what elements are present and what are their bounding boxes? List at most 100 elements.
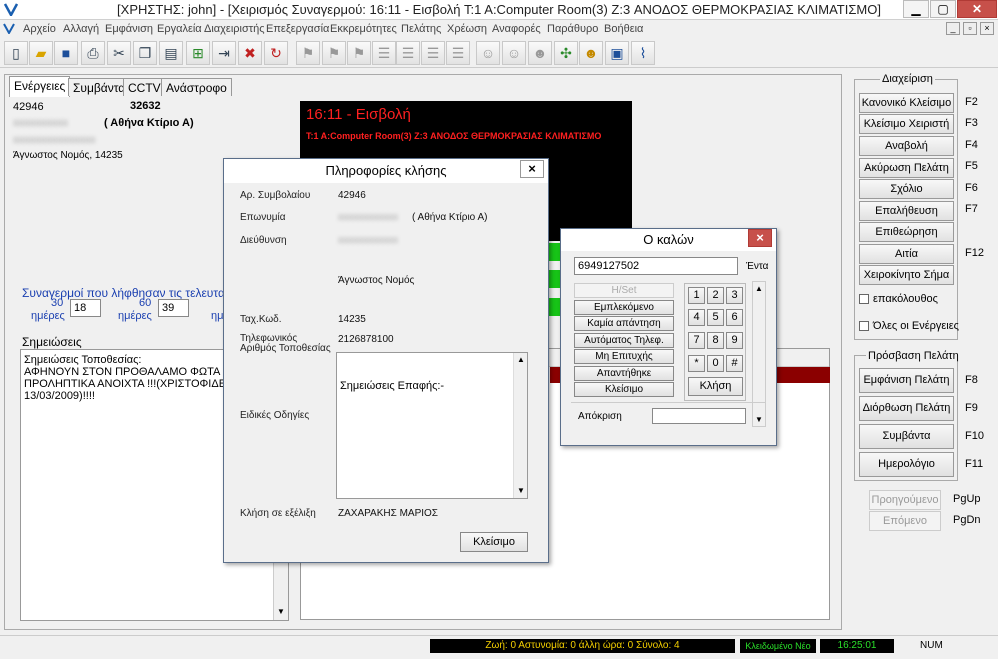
hset-button[interactable]: H/Set (574, 283, 674, 298)
calendar-button[interactable]: Ημερολόγιο (859, 452, 954, 477)
menu-tools[interactable]: Εργαλεία (157, 23, 202, 35)
tab-cctv[interactable]: CCTV (123, 78, 166, 96)
caller-scrollbar[interactable]: ▲ ▼ (752, 281, 766, 427)
minimize-button[interactable]: ▁ (903, 0, 929, 18)
key-0[interactable]: 0 (707, 355, 724, 372)
contact-notes-box[interactable] (336, 352, 528, 499)
list-icon[interactable]: ☰ (421, 41, 445, 65)
key-star[interactable]: * (688, 355, 705, 372)
key-3[interactable]: 3 (726, 287, 743, 304)
edit-customer-button[interactable]: Διόρθωση Πελάτη (859, 396, 954, 421)
mdi-app-icon[interactable] (3, 22, 15, 36)
mdi-restore-button[interactable]: ▫ (963, 22, 977, 35)
new-file-icon[interactable]: ▯ (4, 41, 28, 65)
list-icon[interactable]: ☰ (396, 41, 420, 65)
card-icon[interactable]: ▣ (605, 41, 629, 65)
scroll-up-icon[interactable]: ▲ (755, 284, 763, 293)
print-icon[interactable]: ⎙ (81, 41, 105, 65)
manual-signal-button[interactable]: Χειροκίνητο Σήμα (859, 265, 954, 285)
refresh-icon[interactable]: ↻ (264, 41, 288, 65)
key-8[interactable]: 8 (707, 332, 724, 349)
scroll-down-icon[interactable]: ▼ (755, 415, 763, 424)
menu-view[interactable]: Εμφάνιση (105, 23, 153, 35)
indent-icon[interactable]: ⇥ (212, 41, 236, 65)
key-9[interactable]: 9 (726, 332, 743, 349)
show-customer-button[interactable]: Εμφάνιση Πελάτη (859, 368, 954, 393)
maximize-button[interactable]: ▢ (930, 0, 956, 18)
menu-window[interactable]: Παράθυρο (547, 23, 598, 35)
mdi-close-button[interactable]: × (980, 22, 994, 35)
copy-icon[interactable]: ❐ (133, 41, 157, 65)
operator-close-button[interactable]: Κλείσιμο Χειριστή (859, 114, 954, 134)
users-icon[interactable]: ☺ (476, 41, 500, 65)
menu-admin[interactable]: Διαχειριστής (204, 23, 265, 35)
answering-machine-button[interactable]: Αυτόματος Τηλεφ. (574, 333, 674, 348)
answered-button[interactable]: Απαντήθηκε (574, 366, 674, 381)
menu-billing[interactable]: Χρέωση (447, 23, 487, 35)
tab-reverse[interactable]: Ανάστροφο (161, 78, 232, 96)
call-button[interactable]: Κλήση (688, 377, 743, 396)
title-bar: [ΧΡΗΣΤΗΣ: john] - [Χειρισμός Συναγερμού:… (0, 0, 998, 20)
user-icon[interactable]: ☻ (579, 41, 603, 65)
key-4[interactable]: 4 (688, 309, 705, 326)
user-icon[interactable]: ☻ (528, 41, 552, 65)
tab-actions[interactable]: Ενέργειες (9, 76, 71, 97)
tools-icon[interactable]: ✣ (554, 41, 578, 65)
next-checkbox[interactable] (859, 294, 869, 304)
flag-icon[interactable]: ⚑ (322, 41, 346, 65)
previous-button[interactable]: Προηγούμενο (869, 490, 941, 510)
flag-icon[interactable]: ⚑ (347, 41, 371, 65)
hotkey-label: F9 (965, 402, 978, 414)
save-icon[interactable]: ■ (54, 41, 78, 65)
menu-reports[interactable]: Αναφορές (492, 23, 541, 35)
events-button[interactable]: Συμβάντα (859, 424, 954, 449)
menu-customer[interactable]: Πελάτης (401, 23, 441, 35)
comment-button[interactable]: Σχόλιο (859, 179, 954, 199)
cut-icon[interactable]: ✂ (107, 41, 131, 65)
no-answer-button[interactable]: Καμία απάντηση (574, 316, 674, 331)
close-button[interactable]: ✕ (957, 0, 997, 18)
menu-change[interactable]: Αλλαγή (63, 23, 99, 35)
menu-edit[interactable]: Επεξεργασία (266, 23, 329, 35)
menu-help[interactable]: Βοήθεια (604, 23, 643, 35)
menu-pending[interactable]: Εκκρεμότητες (330, 23, 397, 35)
paste-icon[interactable]: ▤ (159, 41, 183, 65)
hangup-button[interactable]: Κλείσιμο (574, 382, 674, 397)
delete-icon[interactable]: ✖ (238, 41, 262, 65)
key-hash[interactable]: # (726, 355, 743, 372)
key-6[interactable]: 6 (726, 309, 743, 326)
scroll-down-icon[interactable]: ▼ (517, 486, 525, 495)
reason-button[interactable]: Αιτία (859, 244, 954, 264)
flag-icon[interactable]: ⚑ (296, 41, 320, 65)
scroll-down-icon[interactable]: ▼ (277, 607, 285, 616)
list-icon[interactable]: ☰ (372, 41, 396, 65)
call-info-close-icon[interactable]: × (520, 160, 544, 178)
normal-close-button[interactable]: Κανονικό Κλείσιμο (859, 93, 954, 113)
attach-icon[interactable]: ⌇ (631, 41, 655, 65)
all-actions-checkbox[interactable] (859, 321, 869, 331)
involved-button[interactable]: Εμπλεκόμενο (574, 300, 674, 315)
info-close-button[interactable]: Κλείσιμο (460, 532, 528, 552)
caller-close-icon[interactable]: × (748, 229, 772, 247)
add-row-icon[interactable]: ⊞ (186, 41, 210, 65)
inspection-button[interactable]: Επιθεώρηση (859, 222, 954, 242)
open-folder-icon[interactable]: ▰ (29, 41, 53, 65)
mdi-minimize-button[interactable]: _ (946, 22, 960, 35)
tab-events[interactable]: Συμβάντα (68, 78, 131, 96)
verify-button[interactable]: Επαλήθευση (859, 201, 954, 221)
key-5[interactable]: 5 (707, 309, 724, 326)
menu-file[interactable]: Αρχείο (23, 23, 56, 35)
next-button[interactable]: Επόμενο (869, 511, 941, 531)
list-icon[interactable]: ☰ (446, 41, 470, 65)
scroll-up-icon[interactable]: ▲ (517, 355, 525, 364)
phone-number-input[interactable]: 6949127502 (574, 257, 738, 275)
unsuccessful-button[interactable]: Μη Επιτυχής (574, 349, 674, 364)
cancel-customer-button[interactable]: Ακύρωση Πελάτη (859, 158, 954, 178)
postpone-button[interactable]: Αναβολή (859, 136, 954, 156)
key-1[interactable]: 1 (688, 287, 705, 304)
users-icon[interactable]: ☺ (502, 41, 526, 65)
key-2[interactable]: 2 (707, 287, 724, 304)
contact-notes-scrollbar[interactable]: ▲ ▼ (513, 353, 527, 498)
key-7[interactable]: 7 (688, 332, 705, 349)
reply-input[interactable] (652, 408, 746, 424)
